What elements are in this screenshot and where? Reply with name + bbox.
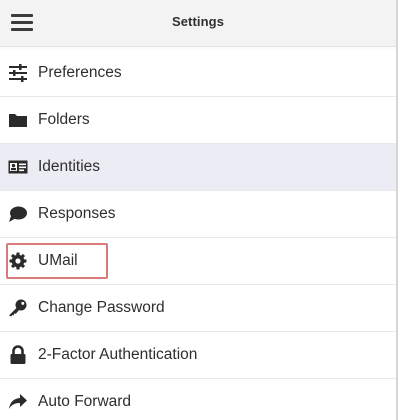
settings-item-label: Responses: [38, 205, 116, 222]
settings-item-label: Change Password: [38, 299, 165, 316]
forward-arrow-icon: [8, 393, 28, 411]
key-icon: [8, 299, 28, 317]
settings-screen: Settings Preferences Folders Identities …: [0, 0, 398, 420]
page-title: Settings: [171, 14, 225, 29]
speech-bubble-icon: [8, 205, 28, 223]
settings-item-responses[interactable]: Responses: [0, 191, 398, 238]
settings-item-label: 2-Factor Authentication: [38, 346, 198, 363]
settings-item-change-password[interactable]: Change Password: [0, 285, 398, 332]
gear-icon: [8, 252, 28, 270]
top-bar: Settings: [0, 0, 396, 47]
settings-list: Preferences Folders Identities Responses…: [0, 50, 398, 420]
settings-item-umail[interactable]: UMail: [0, 238, 398, 285]
settings-item-label: UMail: [38, 252, 78, 269]
settings-item-2fa[interactable]: 2-Factor Authentication: [0, 332, 398, 379]
folder-icon: [8, 111, 28, 129]
settings-item-folders[interactable]: Folders: [0, 97, 398, 144]
settings-item-label: Auto Forward: [38, 393, 132, 410]
id-card-icon: [8, 158, 28, 176]
settings-item-auto-forward[interactable]: Auto Forward: [0, 379, 398, 420]
settings-item-preferences[interactable]: Preferences: [0, 50, 398, 97]
lock-icon: [8, 345, 28, 364]
sliders-icon: [8, 64, 28, 82]
settings-item-identities[interactable]: Identities: [0, 144, 398, 191]
settings-item-label: Folders: [38, 111, 90, 128]
settings-item-label: Identities: [38, 158, 101, 175]
settings-item-label: Preferences: [38, 64, 122, 81]
